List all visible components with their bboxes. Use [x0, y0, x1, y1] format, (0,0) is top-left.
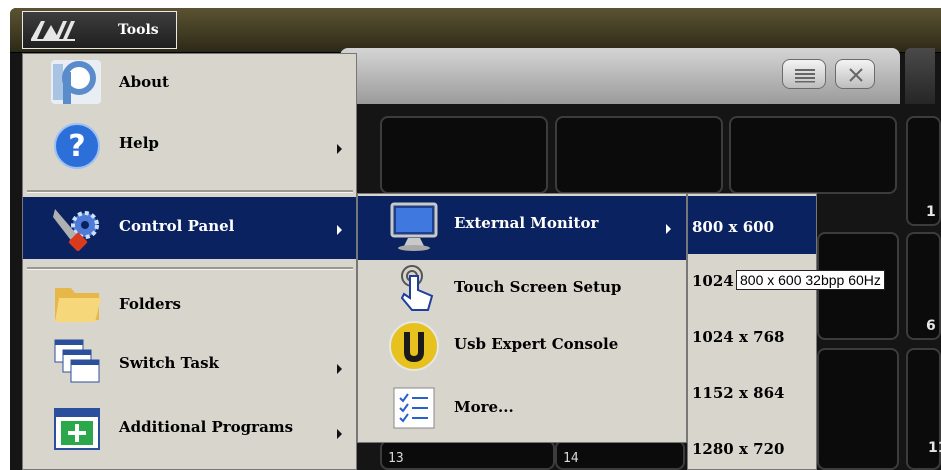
folder-icon — [55, 288, 101, 322]
menu-item-1152x864[interactable]: 1152 x 864 — [688, 370, 816, 428]
checklist-icon — [393, 387, 435, 429]
grid-cell[interactable] — [380, 116, 548, 194]
resolution-submenu: 800 x 600 1024 1024 x 768 1152 x 864 128… — [687, 193, 817, 470]
right-window-tab — [905, 48, 935, 104]
menu-label: 1152 x 864 — [692, 384, 785, 402]
cell-number: 11 — [928, 440, 941, 456]
usb-console-icon — [389, 321, 439, 371]
menu-label: 1024 x 768 — [692, 328, 785, 346]
submenu-arrow-icon — [337, 144, 342, 154]
touch-hand-icon — [400, 265, 434, 311]
cell-number: 14 — [563, 451, 579, 466]
menu-item-switch-task[interactable]: Switch Task — [23, 334, 356, 394]
resolution-tooltip: 800 x 600 32bpp 60Hz — [736, 270, 885, 290]
menu-item-help[interactable]: ? Help — [23, 116, 356, 180]
menu-label: Switch Task — [119, 354, 219, 372]
monitor-icon — [390, 202, 438, 251]
menu-label: Folders — [119, 295, 181, 313]
avolites-logo-icon — [31, 21, 75, 41]
menu-label: External Monitor — [454, 214, 599, 232]
grid-cell[interactable] — [906, 232, 941, 340]
window-close-button[interactable] — [835, 59, 875, 89]
tools-menu: About ? Help Control Panel Folders Switc… — [22, 53, 357, 470]
taskbar: Tools — [10, 8, 941, 53]
close-icon — [849, 68, 863, 82]
submenu-arrow-icon — [666, 224, 671, 234]
menu-label: More... — [454, 398, 514, 416]
help-icon: ? — [54, 123, 100, 169]
tools-button[interactable]: Tools — [22, 11, 177, 49]
grid-cell[interactable] — [906, 116, 941, 226]
submenu-arrow-icon — [337, 225, 342, 235]
gear-wrench-icon — [53, 209, 99, 251]
add-program-icon — [54, 408, 100, 450]
menu-item-folders[interactable]: Folders — [23, 276, 356, 334]
cell-number: 13 — [388, 451, 404, 466]
menu-label: Usb Expert Console — [454, 335, 619, 353]
menu-label: Additional Programs — [119, 418, 294, 436]
menu-item-1024x768[interactable]: 1024 x 768 — [688, 312, 816, 370]
cell-number: 1 — [926, 204, 936, 220]
menu-item-control-panel[interactable]: Control Panel — [23, 197, 356, 259]
background-window-header — [340, 48, 900, 104]
svg-text:?: ? — [68, 129, 85, 164]
menu-item-usb-expert-console[interactable]: Usb Expert Console — [358, 318, 686, 376]
menu-label: Control Panel — [119, 217, 235, 235]
window-menu-button[interactable] — [782, 59, 826, 89]
tools-label: Tools — [118, 22, 159, 38]
menu-label: About — [119, 73, 169, 91]
about-logo-icon — [51, 60, 101, 104]
menu-label: 800 x 600 — [692, 218, 775, 236]
menu-item-about[interactable]: About — [23, 56, 356, 111]
menu-separator — [27, 190, 353, 193]
menu-label: 1280 x 720 — [692, 440, 785, 458]
list-icon — [795, 69, 815, 83]
grid-cell[interactable]: 14 — [555, 440, 685, 470]
grid-cell[interactable] — [729, 116, 897, 194]
cell-number: 6 — [926, 318, 936, 334]
menu-item-800x600[interactable]: 800 x 600 — [688, 196, 816, 254]
grid-cell[interactable] — [817, 348, 899, 470]
menu-item-external-monitor[interactable]: External Monitor — [358, 196, 686, 260]
menu-item-additional-programs[interactable]: Additional Programs — [23, 399, 356, 461]
submenu-arrow-icon — [337, 364, 342, 374]
menu-label: Help — [119, 134, 159, 152]
menu-item-1280x720[interactable]: 1280 x 720 — [688, 428, 816, 470]
grid-cell[interactable] — [555, 116, 723, 194]
grid-cell[interactable]: 13 — [380, 440, 555, 470]
menu-item-more[interactable]: More... — [358, 376, 686, 440]
menu-label: Touch Screen Setup — [454, 278, 622, 296]
menu-separator — [27, 267, 353, 270]
control-panel-submenu: External Monitor Touch Screen Setup Usb … — [357, 193, 687, 443]
windows-stack-icon — [54, 339, 100, 383]
submenu-arrow-icon — [337, 429, 342, 439]
menu-item-touch-screen-setup[interactable]: Touch Screen Setup — [358, 260, 686, 318]
menu-label: 1024 — [692, 272, 734, 290]
